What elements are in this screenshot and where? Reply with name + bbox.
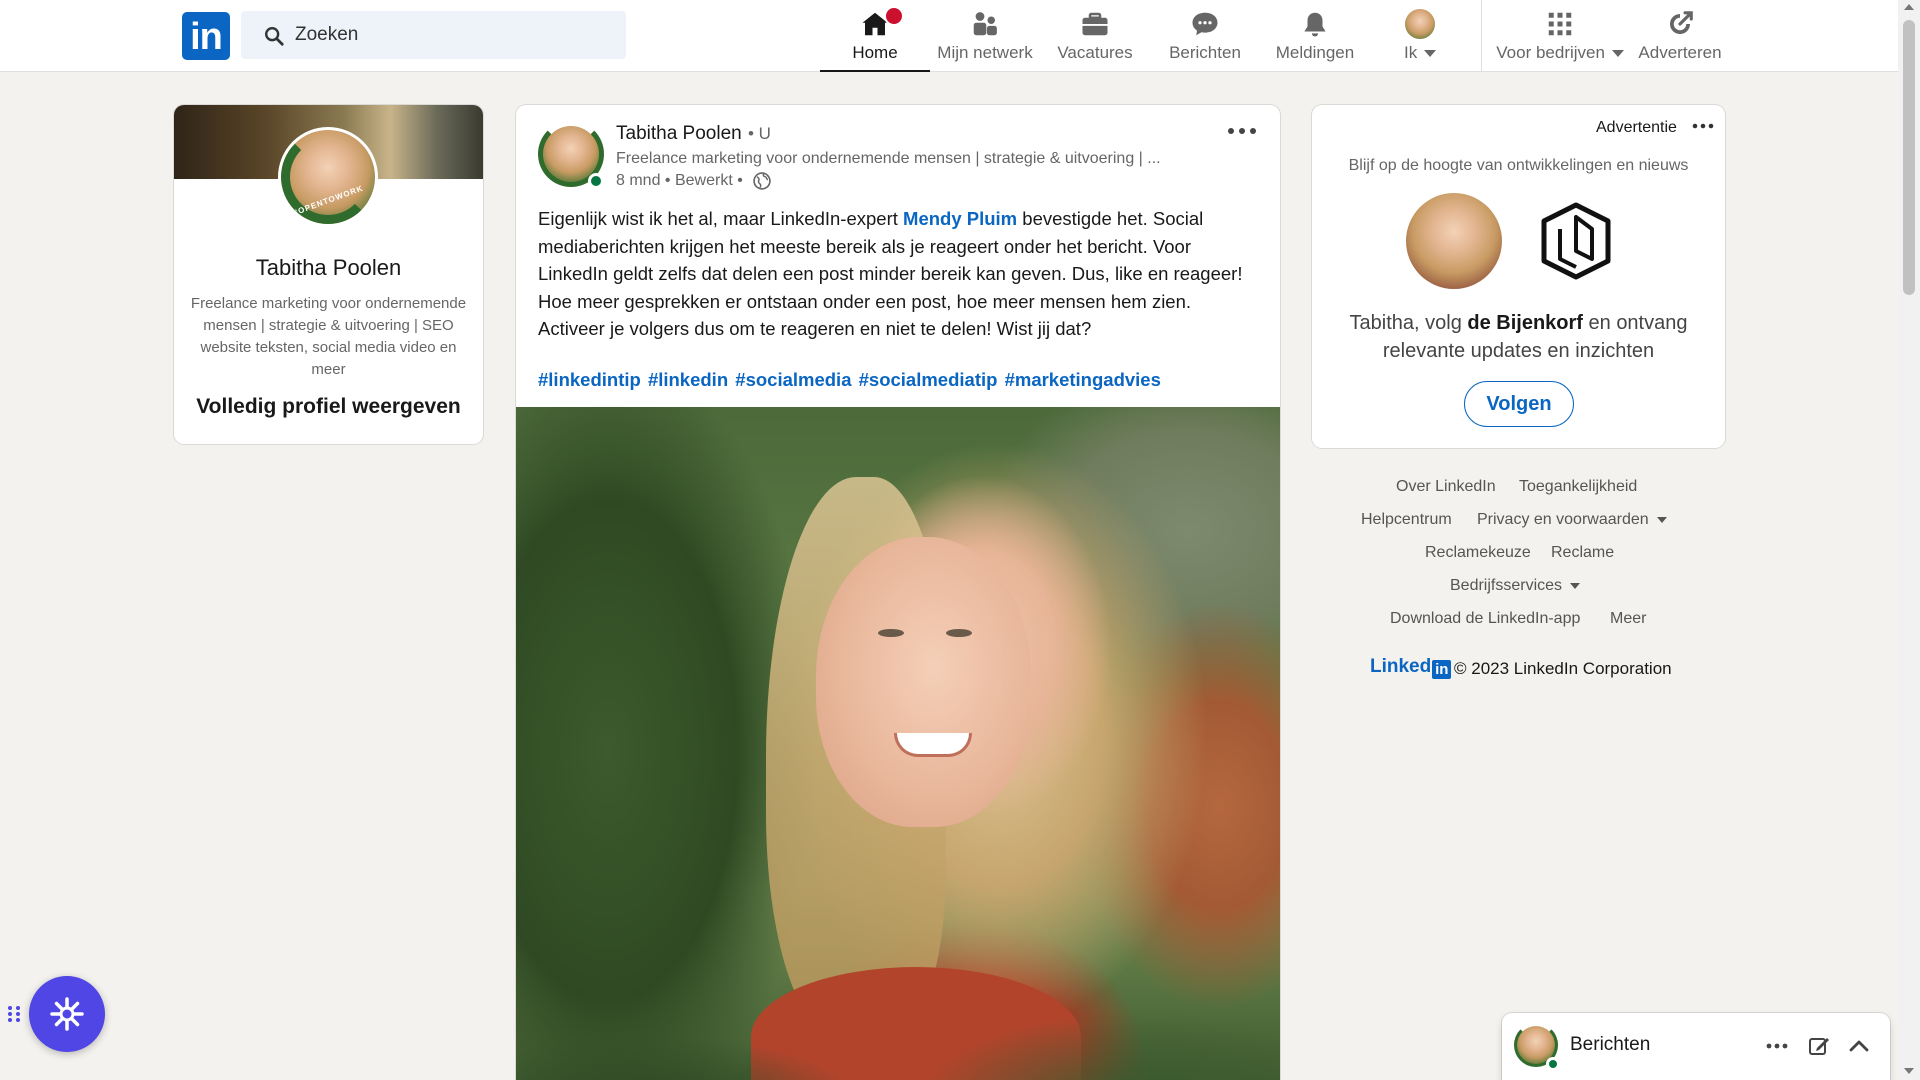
messaging-icon [1192,12,1218,36]
messaging-title[interactable]: Berichten [1570,1034,1650,1056]
globe-icon [753,172,771,190]
briefcase-icon [1082,12,1108,36]
nav-jobs[interactable]: Vacatures [1040,0,1150,72]
scroll-up-arrow[interactable] [1904,4,1914,10]
post-author-degree: • U [748,124,771,143]
footer-link-help-center[interactable]: Helpcentrum [1361,511,1452,529]
more-options-icon [1692,123,1714,129]
footer-link-about[interactable]: Over LinkedIn [1396,478,1496,496]
bell-icon [1304,12,1326,37]
chevron-down-icon [1570,582,1581,589]
profile-headline: Freelance marketing voor ondernemende me… [190,295,467,378]
profile-name[interactable]: Tabitha Poolen [174,255,483,281]
nav-me[interactable]: Ik [1370,0,1470,72]
notification-badge [884,6,904,26]
footer-link-privacy[interactable]: Privacy en voorwaarden [1477,511,1667,529]
follow-button[interactable]: Volgen [1464,381,1574,427]
nav-notifications[interactable]: Meldingen [1260,0,1370,72]
messaging-overlay[interactable]: Berichten [1502,1013,1890,1080]
nav-home-label: Home [852,43,898,62]
ad-menu-button[interactable] [1692,113,1714,136]
more-options-icon[interactable] [1764,1033,1790,1059]
profile-card: #OPENTOWORK Tabitha Poolen Freelance mar… [174,105,483,444]
network-icon [973,12,997,36]
post-text-part-1: Eigenlijk wist ik het al, maar LinkedIn-… [538,208,904,229]
post-hashtags: #linkedintip #linkedin #socialmedia #soc… [538,369,1258,391]
more-options-icon [1228,128,1256,134]
post-image[interactable] [516,407,1280,1080]
ad-label: Advertentie [1596,119,1677,136]
post-body: Eigenlijk wist ik het al, maar LinkedIn-… [538,205,1258,343]
nav-my-network-label: Mijn netwerk [937,43,1033,62]
footer-link-ad-choices[interactable]: Reclamekeuze [1425,544,1531,562]
compose-icon[interactable] [1806,1033,1832,1059]
nav-for-business-label: Voor bedrijven [1496,43,1605,62]
footer-link-accessibility[interactable]: Toegankelijkheid [1519,478,1637,496]
bijenkorf-logo[interactable] [1534,199,1618,283]
post-author-name[interactable]: Tabitha Poolen [616,123,742,145]
post-author-headline: Freelance marketing voor ondernemende me… [616,150,1161,167]
online-status-indicator [1546,1057,1560,1071]
search-icon [265,27,284,46]
nav-notifications-label: Meldingen [1275,43,1355,62]
viewer-avatar [1406,193,1502,289]
scroll-thumb[interactable] [1903,20,1915,295]
avatar [1405,9,1435,39]
profile-avatar[interactable]: #OPENTOWORK [278,127,378,227]
post-mention-link[interactable]: Mendy Pluim [903,208,1017,229]
online-status-indicator [588,173,604,189]
chevron-up-icon[interactable] [1846,1033,1872,1059]
nav-divider [1481,0,1482,72]
advertise-icon [1670,11,1693,34]
hashtag-link[interactable]: #linkedin [648,369,728,390]
search-input[interactable] [295,11,615,59]
feed-post: Tabitha Poolen • U Freelance marketing v… [516,105,1280,1080]
nav-advertise-label: Adverteren [1638,43,1722,62]
chevron-down-icon [1656,516,1667,523]
hashtag-link[interactable]: #linkedintip [538,369,641,390]
assistant-button[interactable] [29,976,105,1052]
footer-link-business-services[interactable]: Bedrijfsservices [1450,577,1581,595]
sparkle-icon [50,997,84,1031]
search-box[interactable] [241,11,626,59]
footer-brand-text: Linked [1370,656,1432,677]
nav-messaging[interactable]: Berichten [1150,0,1260,72]
nav-jobs-label: Vacatures [1057,43,1133,62]
ad-company-name[interactable]: de Bijenkorf [1467,312,1583,334]
footer-linkedin-logo: Linked in [1370,656,1452,679]
footer-link-business-services-label: Bedrijfsservices [1450,577,1563,594]
linkedin-logo[interactable]: in [182,12,230,60]
nav-home[interactable]: Home [820,0,930,72]
nav-my-network[interactable]: Mijn netwerk [930,0,1040,72]
top-navigation: in Home Mijn netwerk Vacatures [0,0,1898,72]
hashtag-link[interactable]: #socialmediatip [859,369,998,390]
footer-link-privacy-label: Privacy en voorwaarden [1477,511,1649,528]
footer-link-download-app[interactable]: Download de LinkedIn-app [1390,610,1580,628]
chevron-down-icon [1611,50,1624,58]
post-menu-button[interactable] [1224,120,1260,150]
ad-tagline: Blijf op de hoogte van ontwikkelingen en… [1348,157,1689,174]
hashtag-link[interactable]: #marketingadvies [1005,369,1161,390]
footer-link-more[interactable]: Meer [1610,610,1646,628]
ad-card: Advertentie Blijf op de hoogte van ontwi… [1312,105,1725,448]
drag-handle-icon[interactable] [6,1004,22,1024]
footer-link-advertising[interactable]: Reclame [1551,544,1614,562]
post-meta: 8 mnd • Bewerkt • [616,172,743,189]
nav-for-business[interactable]: Voor bedrijven [1490,0,1630,72]
hashtag-link[interactable]: #socialmedia [735,369,851,390]
ad-message: Tabitha, volg de Bijenkorf en ontvang re… [1330,309,1707,365]
footer-brand-in: in [1432,660,1452,679]
scroll-down-arrow[interactable] [1904,1068,1914,1074]
page-scrollbar[interactable] [1898,0,1920,1080]
ad-text-part-1: Tabitha, volg [1349,312,1468,334]
nav-messaging-label: Berichten [1169,43,1241,62]
nav-advertise[interactable]: Adverteren [1630,0,1730,72]
chevron-down-icon [1423,50,1436,58]
grid-icon [1548,12,1572,36]
footer-copyright: © 2023 LinkedIn Corporation [1454,659,1672,678]
nav-me-label: Ik [1404,43,1418,62]
view-full-profile-link[interactable]: Volledig profiel weergeven [174,395,483,419]
